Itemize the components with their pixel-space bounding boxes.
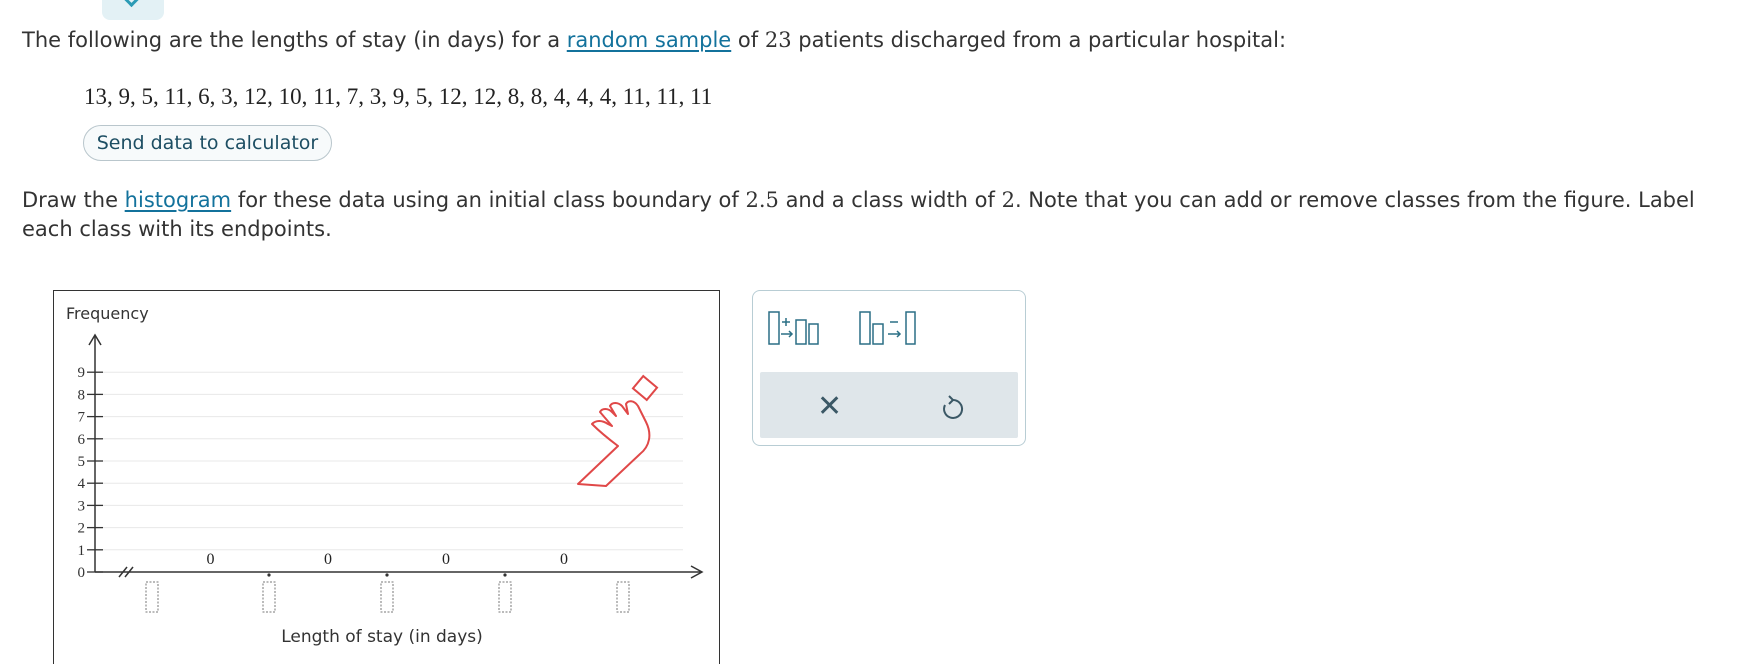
- y-tick-label: 6: [78, 432, 86, 448]
- question-text: Draw the: [22, 188, 125, 212]
- remove-class-icon[interactable]: [859, 311, 916, 345]
- y-tick-label: 5: [78, 454, 86, 470]
- class-endpoint-input[interactable]: [498, 581, 512, 613]
- undo-icon[interactable]: [940, 393, 966, 421]
- chevron-down-icon: [120, 0, 143, 8]
- x-axis-label: Length of stay (in days): [281, 627, 483, 647]
- class-boundary-dot: [385, 573, 389, 577]
- class-endpoint-input[interactable]: [262, 581, 276, 613]
- y-tick-label: 1: [78, 543, 86, 559]
- x-icon[interactable]: ✕: [817, 392, 842, 422]
- y-tick-label: 3: [78, 498, 86, 514]
- question-text: for these data using an initial class bo…: [231, 188, 746, 212]
- class-width-value: 2: [1001, 188, 1015, 212]
- hand-pointer-icon: [577, 374, 659, 487]
- bar-value-label: 0: [324, 551, 332, 568]
- question-text: of: [731, 28, 765, 52]
- question-text: The following are the lengths of stay (i…: [22, 28, 567, 52]
- toolbox-action-bar: [760, 372, 1018, 438]
- class-endpoint-input[interactable]: [145, 581, 159, 613]
- sample-size: 23: [764, 28, 792, 52]
- bar-value-label: 0: [442, 551, 450, 568]
- class-endpoint-input[interactable]: [380, 581, 394, 613]
- bar-value-label: 0: [560, 551, 568, 568]
- question-text: . Note that you can add or remove classe…: [1014, 188, 1695, 212]
- y-tick-label: 8: [78, 387, 86, 403]
- y-tick-label: 0: [78, 565, 86, 581]
- class-boundary-dot: [267, 573, 271, 577]
- y-tick-label: 4: [78, 476, 86, 492]
- random-sample-link[interactable]: random sample: [567, 28, 731, 52]
- initial-boundary-value: 2.5: [745, 188, 779, 212]
- question-paragraph-2-line-2: each class with its endpoints.: [22, 217, 332, 241]
- data-values: 13, 9, 5, 11, 6, 3, 12, 10, 11, 7, 3, 9,…: [84, 84, 713, 109]
- y-tick-label: 7: [78, 410, 86, 426]
- question-text: patients discharged from a particular ho…: [791, 28, 1287, 52]
- question-paragraph-2: Draw the histogram for these data using …: [22, 188, 1695, 212]
- question-text: and a class width of: [778, 188, 1002, 212]
- question-paragraph-1: The following are the lengths of stay (i…: [22, 28, 1286, 52]
- y-tick-label: 2: [78, 521, 86, 537]
- add-class-icon[interactable]: [768, 311, 819, 345]
- histogram-chart[interactable]: Frequency 0 1 2 3 4 5 6 7 8 9 0 0 0 0 Length of stay…: [53, 290, 720, 664]
- send-data-button[interactable]: Send data to calculator: [83, 125, 332, 161]
- class-boundary-dot: [503, 573, 507, 577]
- histogram-link[interactable]: histogram: [125, 188, 231, 212]
- y-axis-label: Frequency: [66, 304, 149, 323]
- collapse-tab[interactable]: [102, 0, 164, 20]
- bar-value-label: 0: [207, 551, 215, 568]
- class-endpoint-input[interactable]: [616, 581, 630, 613]
- y-tick-label: 9: [78, 365, 86, 381]
